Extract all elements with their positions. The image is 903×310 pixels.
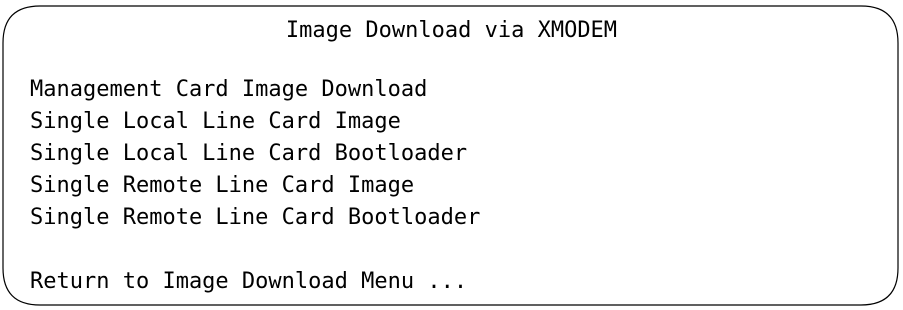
menu-item-management-card-image-download[interactable]: Management Card Image Download	[30, 74, 480, 106]
menu-item-single-remote-line-card-image[interactable]: Single Remote Line Card Image	[30, 170, 480, 202]
menu-item-single-local-line-card-bootloader[interactable]: Single Local Line Card Bootloader	[30, 138, 480, 170]
return-to-menu-item[interactable]: Return to Image Download Menu ...	[30, 268, 467, 296]
download-menu: Management Card Image Download Single Lo…	[30, 74, 480, 234]
screen-title: Image Download via XMODEM	[285, 18, 618, 43]
menu-item-single-local-line-card-image[interactable]: Single Local Line Card Image	[30, 106, 480, 138]
menu-item-single-remote-line-card-bootloader[interactable]: Single Remote Line Card Bootloader	[30, 202, 480, 234]
